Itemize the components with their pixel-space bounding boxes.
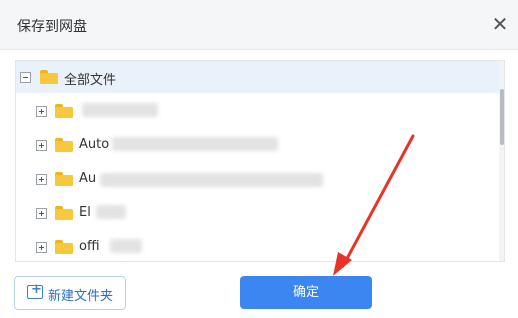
scrollbar-thumb[interactable]	[500, 89, 504, 145]
dialog-footer: 新建文件夹 确定	[0, 260, 518, 318]
tree-row[interactable]: offi	[16, 231, 499, 261]
dialog-titlebar: 保存到网盘 ✕	[0, 0, 518, 50]
new-folder-label: 新建文件夹	[48, 289, 114, 304]
plus-square-icon[interactable]	[36, 208, 47, 219]
folder-icon	[55, 138, 73, 152]
confirm-button[interactable]: 确定	[240, 276, 372, 309]
tree-root-label: 全部文件	[64, 73, 117, 88]
folder-icon	[40, 70, 58, 84]
redacted-text	[110, 239, 142, 253]
redacted-text	[112, 137, 278, 151]
tree-row-root[interactable]: 全部文件	[16, 61, 499, 93]
folder-icon	[55, 206, 73, 220]
tree-item-label: El	[79, 205, 91, 220]
plus-square-icon[interactable]	[36, 174, 47, 185]
folder-icon	[55, 240, 73, 254]
new-folder-button[interactable]: 新建文件夹	[14, 276, 126, 310]
folder-tree: 全部文件 Auto Au El offi	[15, 60, 505, 262]
tree-item-label: Auto	[79, 137, 110, 152]
tree-row[interactable]: El	[16, 197, 499, 229]
dialog-title: 保存到网盘	[17, 19, 87, 35]
redacted-text	[82, 103, 158, 117]
save-to-cloud-dialog: 保存到网盘 ✕ 全部文件 Auto Au El offi + 新建文件夹 确定	[0, 0, 518, 318]
tree-scrollbar[interactable]	[499, 61, 504, 261]
tree-item-label: offi	[79, 239, 100, 254]
tree-item-label: Au	[79, 171, 97, 186]
plus-square-icon[interactable]	[36, 242, 47, 253]
tree-row[interactable]: Auto	[16, 129, 499, 161]
folder-icon	[55, 172, 73, 186]
folder-plus-icon	[27, 282, 43, 299]
redacted-text	[100, 173, 323, 187]
plus-square-icon[interactable]	[36, 106, 47, 117]
minus-square-icon[interactable]	[20, 72, 31, 83]
folder-icon	[55, 104, 73, 118]
plus-square-icon[interactable]	[36, 140, 47, 151]
redacted-text	[96, 205, 126, 219]
tree-row[interactable]	[16, 95, 499, 127]
close-icon[interactable]: ✕	[488, 12, 512, 36]
tree-row[interactable]: Au	[16, 163, 499, 195]
